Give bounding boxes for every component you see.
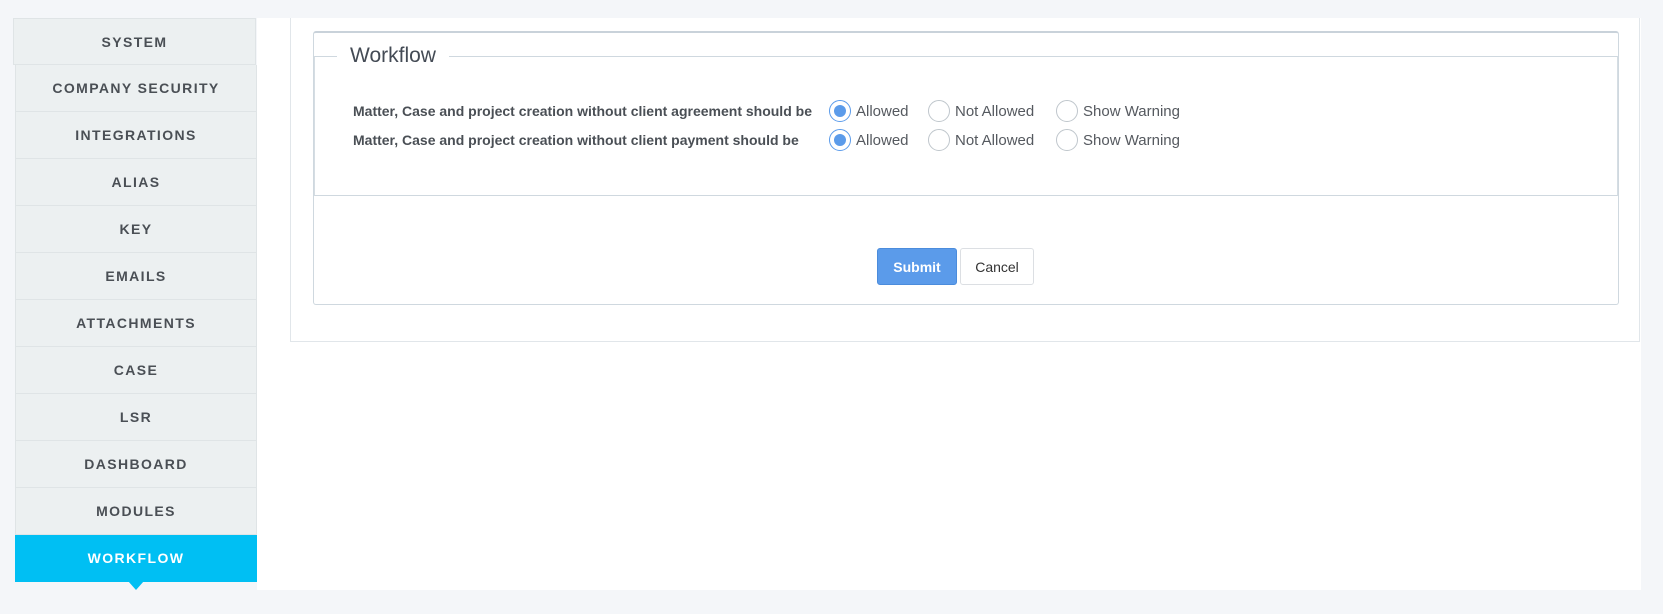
sidebar-item-alias[interactable]: ALIAS <box>15 159 257 206</box>
sidebar-item-label: COMPANY SECURITY <box>52 80 220 96</box>
submit-button[interactable]: Submit <box>877 248 957 285</box>
radio-button[interactable] <box>928 129 950 151</box>
radio-label: Allowed <box>856 102 909 120</box>
radio-button[interactable] <box>829 100 851 122</box>
radio-option-show-warning[interactable]: Show Warning <box>1056 129 1180 151</box>
sidebar-item-label: MODULES <box>96 503 176 519</box>
setting-row-agreement: Matter, Case and project creation withou… <box>353 99 1198 123</box>
setting-label: Matter, Case and project creation withou… <box>353 132 799 148</box>
radio-label: Not Allowed <box>955 102 1035 120</box>
setting-label: Matter, Case and project creation withou… <box>353 103 812 119</box>
radio-option-allowed[interactable]: Allowed <box>829 129 910 151</box>
settings-sidebar: SYSTEM COMPANY SECURITY INTEGRATIONS ALI… <box>13 18 257 590</box>
sidebar-item-lsr[interactable]: LSR <box>15 394 257 441</box>
radio-option-not-allowed[interactable]: Not Allowed <box>928 129 1038 151</box>
sidebar-item-label: CASE <box>113 362 159 378</box>
sidebar-item-integrations[interactable]: INTEGRATIONS <box>15 112 257 159</box>
sidebar-item-key[interactable]: KEY <box>15 206 257 253</box>
radio-option-not-allowed[interactable]: Not Allowed <box>928 100 1038 122</box>
sidebar-item-label: KEY <box>119 221 153 237</box>
sidebar-item-emails[interactable]: EMAILS <box>15 253 257 300</box>
section-title: Workflow <box>350 44 436 67</box>
radio-label: Show Warning <box>1083 102 1180 120</box>
sidebar-item-label: DASHBOARD <box>84 456 188 472</box>
radio-button[interactable] <box>928 100 950 122</box>
radio-label: Show Warning <box>1083 131 1180 149</box>
radio-label: Allowed <box>856 131 909 149</box>
radio-label: Not Allowed <box>955 131 1035 149</box>
sidebar-item-label: INTEGRATIONS <box>75 127 197 143</box>
radio-button[interactable] <box>1056 129 1078 151</box>
sidebar-item-dashboard[interactable]: DASHBOARD <box>15 441 257 488</box>
sidebar-item-label: EMAILS <box>105 268 167 284</box>
sidebar-item-label: WORKFLOW <box>87 550 185 566</box>
sidebar-item-modules[interactable]: MODULES <box>15 488 257 535</box>
sidebar-item-label: SYSTEM <box>101 33 168 50</box>
radio-option-show-warning[interactable]: Show Warning <box>1056 100 1180 122</box>
radio-option-allowed[interactable]: Allowed <box>829 100 910 122</box>
sidebar-item-label: LSR <box>119 409 153 425</box>
sidebar-item-system[interactable]: SYSTEM <box>13 18 256 65</box>
cancel-button[interactable]: Cancel <box>960 248 1034 285</box>
sidebar-item-attachments[interactable]: ATTACHMENTS <box>15 300 257 347</box>
setting-row-payment: Matter, Case and project creation withou… <box>353 128 1198 152</box>
sidebar-item-company-security[interactable]: COMPANY SECURITY <box>15 65 257 112</box>
workflow-form-card: Workflow Matter, Case and project creati… <box>313 31 1619 305</box>
sidebar-item-label: ALIAS <box>111 174 161 190</box>
main-content: Workflow Matter, Case and project creati… <box>257 18 1641 590</box>
radio-button[interactable] <box>829 129 851 151</box>
sidebar-item-workflow[interactable]: WORKFLOW <box>15 535 257 590</box>
sidebar-item-label: ATTACHMENTS <box>76 315 196 331</box>
sidebar-item-case[interactable]: CASE <box>15 347 257 394</box>
radio-button[interactable] <box>1056 100 1078 122</box>
settings-panel: Workflow Matter, Case and project creati… <box>290 18 1640 342</box>
